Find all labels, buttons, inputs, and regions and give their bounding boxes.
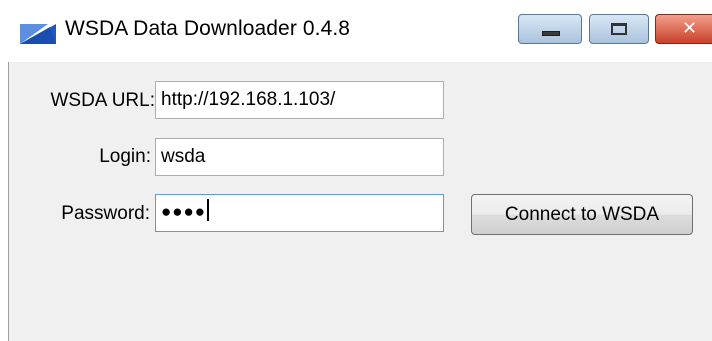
minimize-icon bbox=[542, 31, 560, 36]
login-label: Login: bbox=[99, 146, 151, 167]
password-masked-value: ●●●● bbox=[161, 202, 207, 222]
app-icon bbox=[20, 24, 56, 44]
app-window: WSDA Data Downloader 0.4.8 ✕ WSDA URL: h… bbox=[0, 0, 712, 341]
login-value: wsda bbox=[161, 146, 206, 167]
wsda-url-label: WSDA URL: bbox=[50, 90, 155, 111]
wsda-url-input[interactable]: http://192.168.1.103/ bbox=[155, 81, 444, 119]
title-bar[interactable]: WSDA Data Downloader 0.4.8 ✕ bbox=[0, 0, 712, 62]
password-input[interactable]: ●●●● bbox=[155, 194, 444, 232]
close-button[interactable]: ✕ bbox=[655, 14, 712, 44]
close-icon: ✕ bbox=[682, 18, 698, 39]
wsda-url-value: http://192.168.1.103/ bbox=[161, 89, 336, 110]
maximize-icon bbox=[611, 23, 627, 35]
window-title: WSDA Data Downloader 0.4.8 bbox=[65, 17, 351, 40]
minimize-button[interactable] bbox=[518, 14, 582, 44]
text-caret bbox=[207, 199, 210, 221]
login-input[interactable]: wsda bbox=[155, 138, 444, 176]
connect-button[interactable]: Connect to WSDA bbox=[471, 194, 693, 235]
maximize-button[interactable] bbox=[589, 14, 649, 44]
password-label: Password: bbox=[61, 203, 150, 224]
